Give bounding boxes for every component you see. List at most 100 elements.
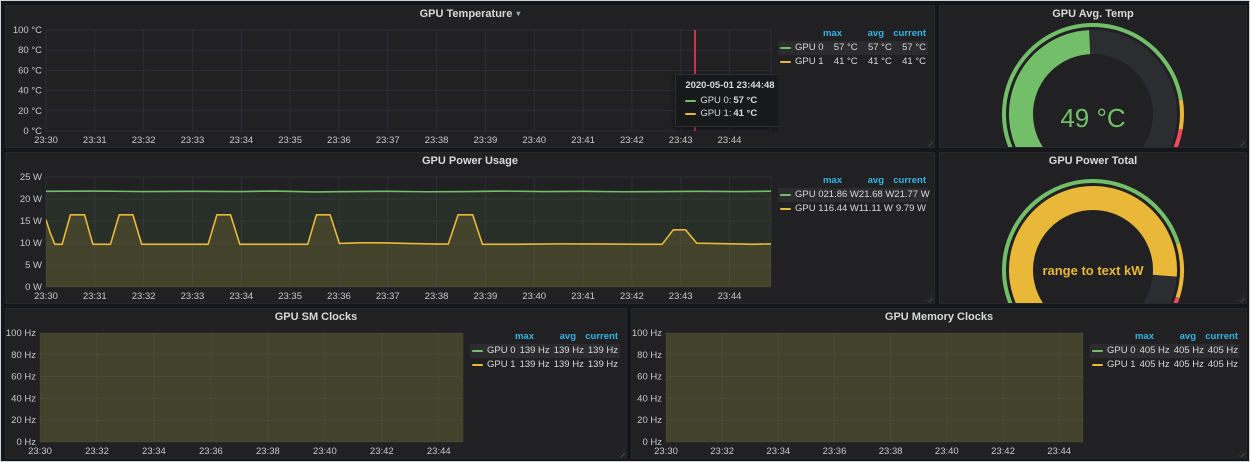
legend-value-max: 21.86 W [824,188,859,202]
series-color-swatch-icon [472,364,483,366]
y-axis-tick-label: 80 °C [18,45,42,56]
legend-series-toggle[interactable]: GPU 1 [780,55,824,69]
legend-value-current: 139 Hz [584,344,618,358]
panel-title-text: GPU Temperature [420,8,513,20]
y-axis-tick-label: 40 °C [18,86,42,97]
y-axis-tick-label: 100 Hz [632,328,662,339]
legend-column-header-avg[interactable]: avg [842,174,884,188]
legend-value-current: 41 °C [892,55,926,69]
x-axis-tick-label: 23:40 [522,135,546,146]
gpu-sm-clocks-chart[interactable]: 0 Hz20 Hz40 Hz60 Hz80 Hz100 Hz23:3023:32… [6,325,470,458]
gauge-value-text: range to text kW [1042,263,1144,278]
legend-column-header-current[interactable]: current [884,174,926,188]
legend-column-header-max[interactable]: max [800,27,842,41]
legend-series-row: GPU 1139 Hz139 Hz139 Hz [470,358,620,372]
gpu-power-total-gauge: range to text kW [940,169,1246,303]
series-color-swatch-icon [685,100,696,102]
gauge-threshold-band [1178,244,1182,298]
legend-value-current: 21.77 W [894,188,929,202]
legend-column-header-avg[interactable]: avg [842,27,884,41]
panel-menu-caret-icon[interactable]: ▾ [516,9,520,18]
chart-svg[interactable]: 0 W5 W10 W15 W20 W25 W23:3023:3123:3223:… [6,169,778,303]
gpu-temperature-chart[interactable]: 0 °C20 °C40 °C60 °C80 °C100 °C23:3023:31… [6,22,778,147]
legend-header-row: maxavgcurrent [470,330,620,344]
legend-value-current: 57 °C [892,41,926,55]
x-axis-tick-label: 23:41 [571,291,595,302]
legend-column-header-max[interactable]: max [492,330,534,344]
tooltip-row: GPU 1:41 °C [685,107,774,120]
x-axis-tick-label: 23:34 [142,446,166,457]
legend-value-avg: 405 Hz [1170,344,1204,358]
legend-series-toggle[interactable]: GPU 0 [472,344,516,358]
x-axis-tick-label: 23:30 [28,446,52,457]
legend-series-toggle[interactable]: GPU 0 [1092,344,1136,358]
x-axis-tick-label: 23:44 [718,135,742,146]
panel-title-gpu-avg-temp[interactable]: GPU Avg. Temp [940,6,1246,22]
legend-column-header-max[interactable]: max [1112,330,1154,344]
x-axis-tick-label: 23:42 [370,446,394,457]
grafana-dashboard: GPU Temperature▾ 0 °C20 °C40 °C60 °C80 °… [0,0,1250,462]
legend-value-max: 405 Hz [1136,344,1170,358]
panel-title-gpu-temperature[interactable]: GPU Temperature▾ [6,6,934,22]
x-axis-tick-label: 23:30 [34,291,58,302]
legend-series-toggle[interactable]: GPU 1 [1092,358,1136,372]
panel-title-gpu-memory-clocks[interactable]: GPU Memory Clocks [632,309,1246,325]
gpu-avg-temp-gauge: 49 °C [940,22,1246,147]
gauge-svg: 49 °C [940,22,1246,147]
legend-column-header-current[interactable]: current [1196,330,1238,344]
chart-svg[interactable]: 0 °C20 °C40 °C60 °C80 °C100 °C23:3023:31… [6,22,778,147]
y-axis-tick-label: 100 Hz [6,328,36,339]
legend-series-row: GPU 057 °C57 °C57 °C [778,41,928,55]
legend-value-current: 405 Hz [1204,344,1238,358]
legend-column-header-current[interactable]: current [576,330,618,344]
series-color-swatch-icon [1092,350,1103,352]
series-color-swatch-icon [1092,364,1103,366]
x-axis-tick-label: 23:40 [935,446,959,457]
panel-title-gpu-sm-clocks[interactable]: GPU SM Clocks [6,309,626,325]
x-axis-tick-label: 23:33 [181,135,205,146]
x-axis-tick-label: 23:43 [669,135,693,146]
x-axis-tick-label: 23:44 [1047,446,1071,457]
x-axis-tick-label: 23:32 [85,446,109,457]
legend-series-toggle[interactable]: GPU 1 [472,358,516,372]
series-color-swatch-icon [780,47,791,49]
panel-title-gpu-power-usage[interactable]: GPU Power Usage [6,153,934,169]
legend-value-max: 405 Hz [1136,358,1170,372]
legend-column-header-current[interactable]: current [884,27,926,41]
x-axis-tick-label: 23:34 [766,446,790,457]
x-axis-tick-label: 23:34 [229,135,253,146]
series-area [40,325,463,442]
y-axis-tick-label: 10 W [20,238,42,249]
panel-title-gpu-power-total[interactable]: GPU Power Total [940,153,1246,169]
x-axis-tick-label: 23:31 [83,135,107,146]
x-axis-tick-label: 23:40 [522,291,546,302]
gpu-power-usage-chart[interactable]: 0 W5 W10 W15 W20 W25 W23:3023:3123:3223:… [6,169,778,303]
y-axis-tick-label: 20 Hz [637,415,662,426]
legend-column-header-avg[interactable]: avg [534,330,576,344]
chart-svg[interactable]: 0 Hz20 Hz40 Hz60 Hz80 Hz100 Hz23:3023:32… [6,325,470,458]
x-axis-tick-label: 23:36 [823,446,847,457]
y-axis-tick-label: 60 Hz [11,372,36,383]
chart-svg[interactable]: 0 Hz20 Hz40 Hz60 Hz80 Hz100 Hz23:3023:32… [632,325,1090,458]
legend-series-toggle[interactable]: GPU 0 [780,188,824,202]
x-axis-tick-label: 23:42 [620,291,644,302]
tooltip-series-label: GPU 1: [685,108,733,119]
panel-gpu-sm-clocks: GPU SM Clocks 0 Hz20 Hz40 Hz60 Hz80 Hz10… [5,308,627,459]
x-axis-tick-label: 23:37 [376,135,400,146]
y-axis-tick-label: 60 °C [18,65,42,76]
legend-series-toggle[interactable]: GPU 0 [780,41,824,55]
legend-column-header-max[interactable]: max [800,174,842,188]
panel-gpu-avg-temp: GPU Avg. Temp 49 °C [939,5,1247,148]
legend-value-avg: 405 Hz [1170,358,1204,372]
series-color-swatch-icon [780,194,791,196]
legend-column-header-avg[interactable]: avg [1154,330,1196,344]
gpu-memory-clocks-chart[interactable]: 0 Hz20 Hz40 Hz60 Hz80 Hz100 Hz23:3023:32… [632,325,1090,458]
legend-value-avg: 57 °C [858,41,892,55]
legend-series-row: GPU 1405 Hz405 Hz405 Hz [1090,358,1240,372]
x-axis-tick-label: 23:38 [879,446,903,457]
x-axis-tick-label: 23:36 [199,446,223,457]
legend-series-toggle[interactable]: GPU 1 [780,202,824,216]
gauge-value-arc [1021,198,1165,303]
y-axis-tick-label: 60 Hz [637,372,662,383]
legend-value-max: 57 °C [824,41,858,55]
